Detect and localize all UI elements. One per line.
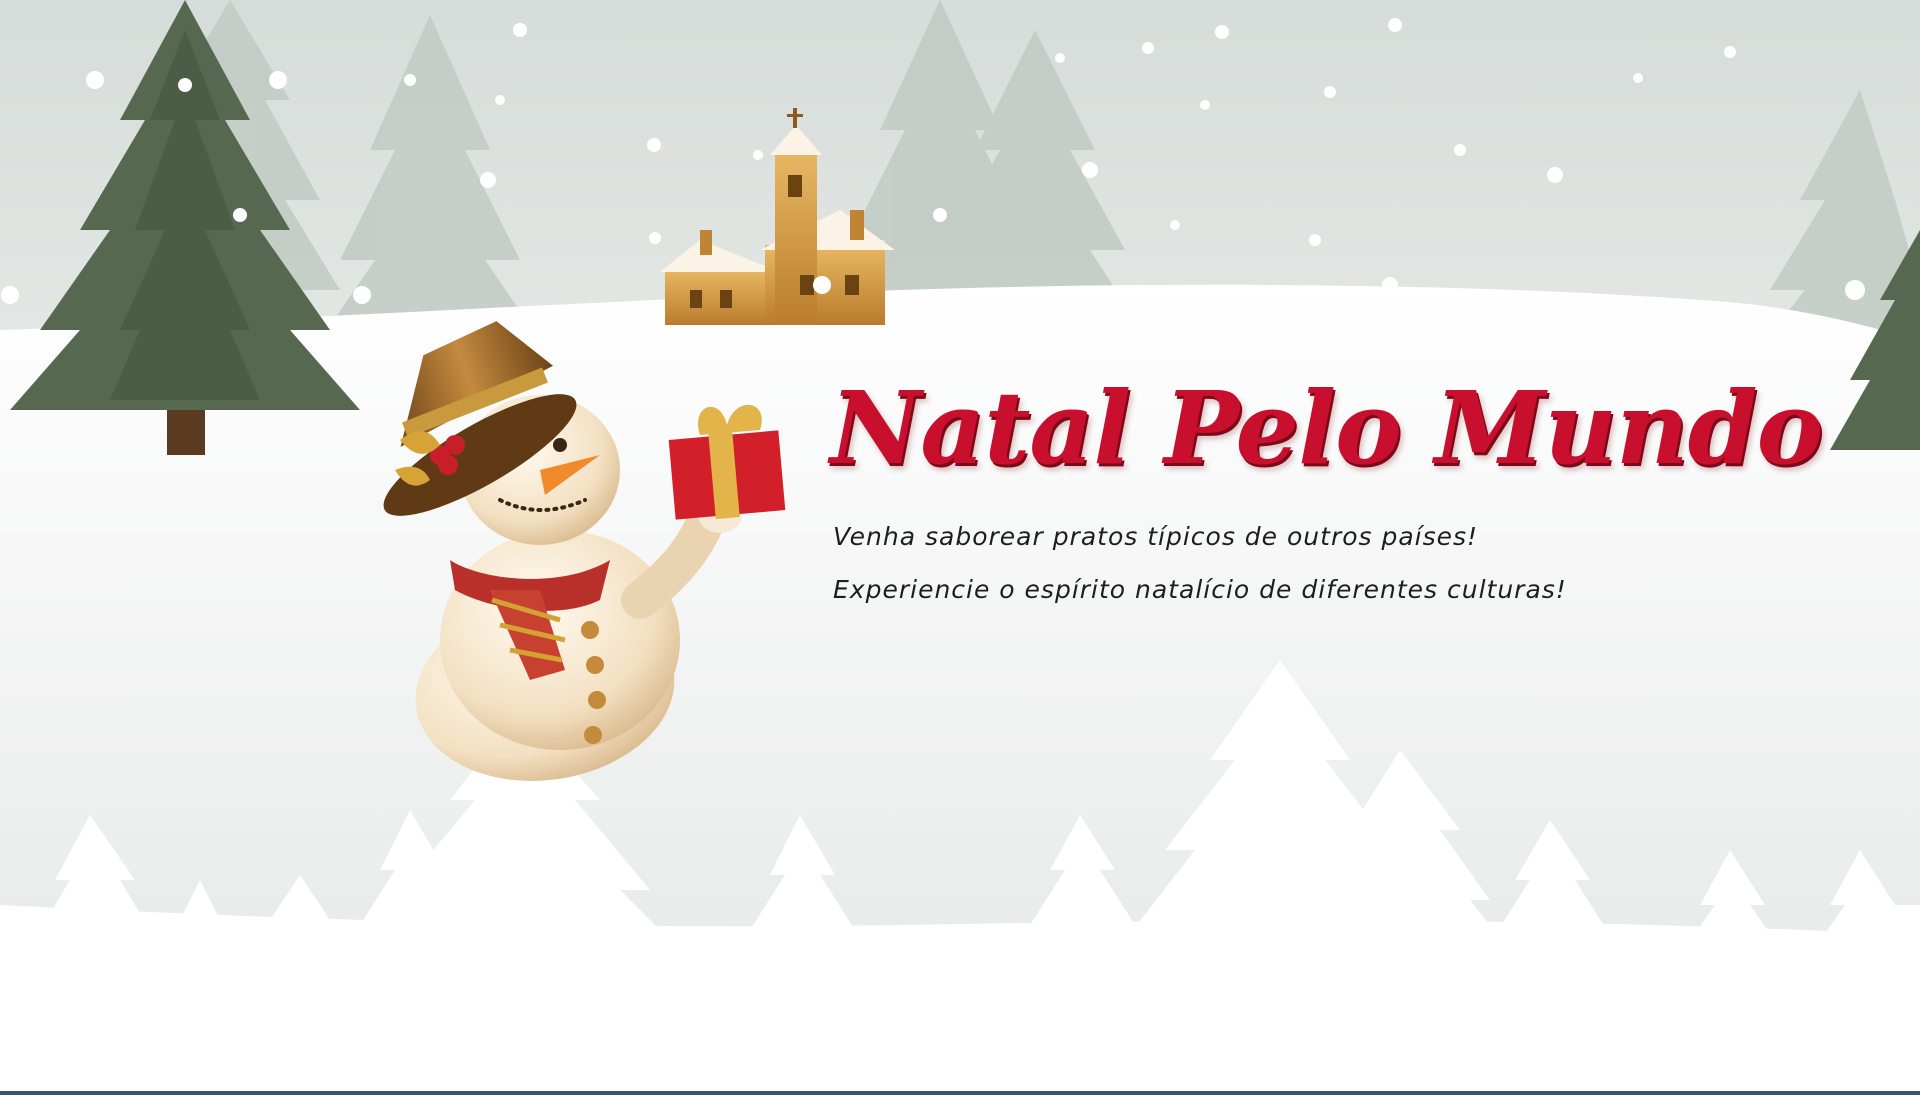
bottom-border xyxy=(0,1091,1920,1095)
page-title: Natal Pelo Mundo xyxy=(830,369,1823,487)
hero-banner: Natal Pelo Mundo Venha saborear pratos t… xyxy=(808,368,1823,626)
subtitle-line-2: Experiencie o espírito natalício de dife… xyxy=(833,575,1567,604)
subtitle-line-1: Venha saborear pratos típicos de outros … xyxy=(833,522,1479,551)
